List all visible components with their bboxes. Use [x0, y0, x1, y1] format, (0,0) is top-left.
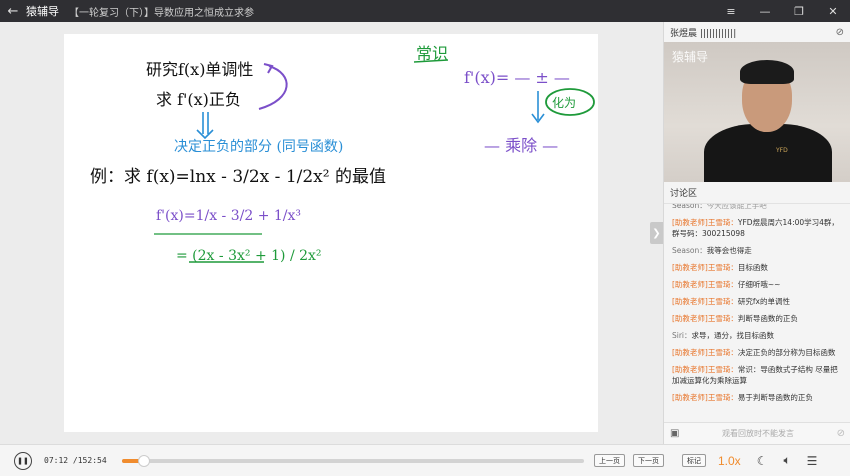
- app-window: ← 猿辅导 【一轮复习（下）】导数应用之恒成立求参 ≡ — ❐ ✕ 研究f(x)…: [0, 0, 850, 476]
- teacher-name: 张煜晨 ||||||||||||: [670, 28, 737, 39]
- teacher-body: [704, 124, 832, 182]
- chat-text: 求导，通分，找目标函数: [691, 331, 775, 340]
- video-logo: 猿辅导: [672, 50, 709, 64]
- purple-arc-arrow: [258, 65, 288, 110]
- chat-text: 判断导函数的正负: [737, 314, 798, 323]
- chat-sender: [助教老师]王雪琦：: [672, 263, 738, 272]
- window-controls: ≡ — ❐ ✕: [714, 0, 850, 22]
- prev-page-button[interactable]: 上一页: [594, 454, 625, 467]
- mark-button[interactable]: 标记: [682, 454, 706, 467]
- chat-sender: [助教老师]王雪琦：: [672, 314, 738, 323]
- moon-icon[interactable]: ☾: [757, 454, 768, 468]
- chat-sender: [助教老师]王雪琦：: [672, 218, 738, 227]
- title-bar: ← 猿辅导 【一轮复习（下）】导数应用之恒成立求参 ≡ — ❐ ✕: [0, 0, 850, 22]
- chat-sender: [助教老师]王雪琦：: [672, 365, 738, 374]
- lesson-title: 【一轮复习（下）】导数应用之恒成立求参: [69, 7, 254, 19]
- chat-message: Season：我等会也得走: [672, 245, 842, 256]
- time-display: 07:12 /152:54: [44, 456, 122, 465]
- whiteboard-stage: 研究f(x)单调性 求 f'(x)正负 决定正负的部分 (同号函数) 例：求 f…: [0, 22, 663, 444]
- chat-sender: Siri：: [672, 331, 692, 340]
- board-line-3: 决定正负的部分 (同号函数): [174, 139, 344, 155]
- chat-text: 研究fx的单调性: [737, 297, 790, 306]
- shirt-logo: YFD: [776, 147, 788, 154]
- board-line-2: 求 f'(x)正负: [156, 90, 241, 109]
- chat-message: [助教老师]王雪琦：易于判断导函数的正负: [672, 392, 842, 403]
- board-right-4: 化为: [552, 96, 577, 110]
- total-time: /152:54: [72, 456, 107, 465]
- chat-sender: [助教老师]王雪琦：: [672, 348, 738, 357]
- app-name: 猿辅导: [26, 5, 59, 18]
- purple-arrow-head: [263, 63, 274, 74]
- chat-input-placeholder: 观看回放时不能发言: [722, 429, 795, 438]
- chat-sender: Season：: [672, 204, 707, 210]
- volume-icon[interactable]: 🔈︎: [783, 453, 790, 468]
- whiteboard-strokes: [154, 59, 595, 263]
- chat-message: [助教老师]王雪琦：决定正负的部分称为目标函数: [672, 347, 842, 358]
- board-right-1: 常识: [416, 44, 449, 63]
- board-line-1: 研究f(x)单调性: [146, 60, 254, 79]
- teacher-bar: 张煜晨 |||||||||||| ⊘: [664, 22, 850, 42]
- chat-message: [助教老师]王雪琦：研究fx的单调性: [672, 296, 842, 307]
- chat-message: Season：今天应该能上手吧: [672, 204, 842, 211]
- chat-text: 目标函数: [737, 263, 768, 272]
- send-disabled-icon: ⊘: [836, 428, 845, 439]
- progress-knob[interactable]: [137, 454, 150, 467]
- progress-track[interactable]: [122, 454, 584, 467]
- restore-icon[interactable]: ❐: [782, 0, 816, 22]
- side-panel: 张煜晨 |||||||||||| ⊘ 猿辅导 YFD 讨论区 Season：今天…: [663, 22, 850, 444]
- board-line-6: = (2x - 3x² + 1) / 2x²: [176, 248, 322, 264]
- chat-title: 讨论区: [664, 182, 850, 204]
- chat-text: 我等会也得走: [706, 246, 752, 255]
- teacher-hair: [740, 60, 794, 84]
- chat-message: [助教老师]王雪琦：仔细听哦~~: [672, 279, 842, 290]
- teacher-video: 猿辅导 YFD: [664, 42, 850, 182]
- menu-icon[interactable]: ☰: [807, 454, 818, 468]
- pause-button[interactable]: ❚❚: [14, 451, 32, 470]
- chat-text: 决定正负的部分称为目标函数: [737, 348, 836, 357]
- minimize-icon[interactable]: —: [748, 0, 782, 22]
- chat-sender: [助教老师]王雪琦：: [672, 297, 738, 306]
- chevron-right-icon[interactable]: ❯: [650, 222, 663, 244]
- speed-button[interactable]: 1.0x: [718, 454, 741, 468]
- board-right-2: f'(x)= — ± —: [464, 68, 570, 87]
- chat-text: 仔细听哦~~: [737, 280, 781, 289]
- board-line-5: f'(x)=1/x - 3/2 + 1/x³: [156, 208, 302, 224]
- image-icon[interactable]: ▣: [670, 428, 679, 439]
- chat-message: Siri：求导，通分，找目标函数: [672, 330, 842, 341]
- board-right-5: — 乘除 —: [484, 136, 559, 155]
- chat-sender: [助教老师]王雪琦：: [672, 280, 738, 289]
- next-page-button[interactable]: 下一页: [633, 454, 664, 467]
- chat-text: 今天应该能上手吧: [706, 204, 767, 210]
- player-bar: ❚❚ 07:12 /152:54 上一页 下一页 标记 1.0x ☾ 🔈︎ ☰: [0, 444, 850, 476]
- chat-list[interactable]: Season：今天应该能上手吧 [助教老师]王雪琦：YFD煜晨周六14:00学习4…: [664, 204, 850, 422]
- close-icon[interactable]: ✕: [816, 0, 850, 22]
- chat-message: [助教老师]王雪琦：判断导函数的正负: [672, 313, 842, 324]
- camera-off-icon[interactable]: ⊘: [836, 27, 844, 38]
- chat-message: [助教老师]王雪琦：YFD煜晨周六14:00学习4群，群号码：300215098: [672, 217, 842, 239]
- current-time: 07:12: [44, 456, 69, 465]
- chat-sender: Season：: [672, 246, 707, 255]
- chat-text: 易于判断导函数的正负: [737, 393, 813, 402]
- back-arrow-icon[interactable]: ←: [0, 4, 26, 19]
- menu-icon[interactable]: ≡: [714, 0, 748, 22]
- chat-input-bar: ▣ 观看回放时不能发言 ⊘: [664, 422, 850, 444]
- whiteboard: 研究f(x)单调性 求 f'(x)正负 决定正负的部分 (同号函数) 例：求 f…: [64, 34, 598, 432]
- chat-message: [助教老师]王雪琦：目标函数: [672, 262, 842, 273]
- board-line-4: 例：求 f(x)=lnx - 3/2x - 1/2x² 的最值: [90, 167, 386, 187]
- chat-message: [助教老师]王雪琦：常识：导函数式子结构 尽量把加减运算化为乘除运算: [672, 364, 842, 386]
- chat-sender: [助教老师]王雪琦：: [672, 393, 738, 402]
